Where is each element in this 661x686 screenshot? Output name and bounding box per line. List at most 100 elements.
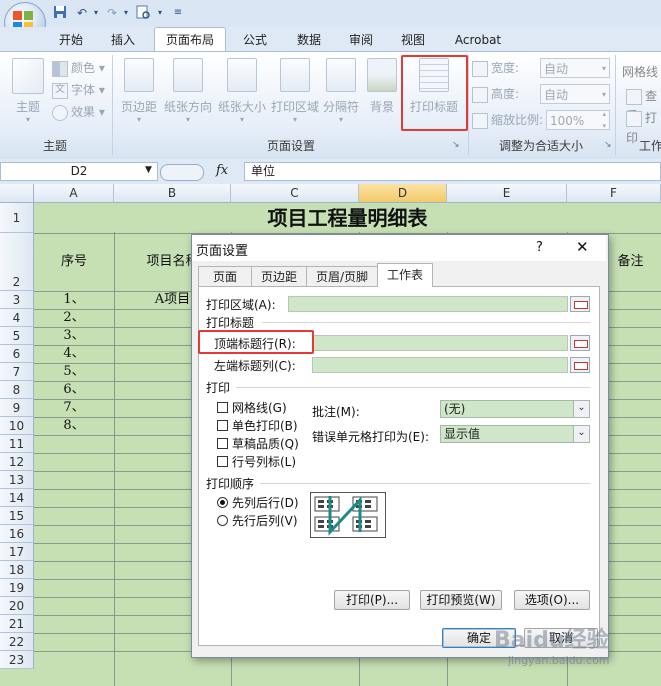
row-header[interactable]: 18 xyxy=(0,561,34,579)
redo-dropdown-icon[interactable]: ▾ xyxy=(118,5,134,21)
customize-toolbar-icon[interactable]: ≡ xyxy=(170,5,186,21)
seq-cell[interactable]: 6、 xyxy=(34,381,114,399)
rows-to-repeat-input[interactable] xyxy=(312,335,568,351)
themes-button[interactable]: 主题 ▾ xyxy=(8,58,48,124)
row-header[interactable]: 13 xyxy=(0,471,34,489)
cell-header-seq[interactable]: 序号 xyxy=(34,233,114,291)
row-header[interactable]: 20 xyxy=(0,597,34,615)
row-header[interactable]: 3 xyxy=(0,291,34,309)
background-button[interactable]: 背景 xyxy=(364,58,400,115)
size-button[interactable]: 纸张大小 ▾ xyxy=(216,58,268,124)
seq-cell[interactable]: 1、 xyxy=(34,291,114,309)
seq-cell[interactable]: 4、 xyxy=(34,345,114,363)
tab-view[interactable]: 视图 xyxy=(394,30,432,50)
save-icon[interactable] xyxy=(52,5,68,21)
margins-button[interactable]: 页边距 ▾ xyxy=(118,58,160,124)
print-preview-button[interactable]: 打印预览(W) xyxy=(420,590,502,610)
row-header[interactable]: 8 xyxy=(0,381,34,399)
seq-cell[interactable]: 7、 xyxy=(34,399,114,417)
print-button[interactable]: 打印(P)... xyxy=(334,590,410,610)
seq-cell[interactable]: 2、 xyxy=(34,309,114,327)
orientation-button[interactable]: 纸张方向 ▾ xyxy=(162,58,214,124)
column-header[interactable]: F xyxy=(567,184,661,203)
tab-insert[interactable]: 插入 xyxy=(104,30,142,50)
scale-launcher-icon[interactable]: ↘ xyxy=(604,140,612,150)
tab-home[interactable]: 开始 xyxy=(52,30,90,50)
gridlines-print-check[interactable]: 打印 xyxy=(626,108,661,145)
headings-checkbox[interactable] xyxy=(217,456,228,467)
theme-effects-button[interactable]: 效果 ▾ xyxy=(52,102,105,122)
dialog-tab-header-footer[interactable]: 页眉/页脚 xyxy=(306,266,378,286)
name-box[interactable]: D2 xyxy=(0,162,158,181)
breaks-button[interactable]: 分隔符 ▾ xyxy=(322,58,360,124)
column-header[interactable]: D xyxy=(359,184,447,203)
print-preview-icon[interactable] xyxy=(135,5,151,21)
seq-cell[interactable]: 3、 xyxy=(34,327,114,345)
row-header[interactable]: 21 xyxy=(0,615,34,633)
width-dropdown[interactable]: 自动 ▾ xyxy=(540,58,610,78)
row-header[interactable]: 10 xyxy=(0,417,34,435)
row-header[interactable]: 5 xyxy=(0,327,34,345)
row-header[interactable]: 23 xyxy=(0,651,34,669)
row-header[interactable]: 19 xyxy=(0,579,34,597)
select-all-corner[interactable] xyxy=(0,184,34,203)
column-header[interactable]: A xyxy=(34,184,114,203)
row-header[interactable]: 12 xyxy=(0,453,34,471)
row-header[interactable]: 6 xyxy=(0,345,34,363)
scale-spinner[interactable]: 100% ▴ ▾ xyxy=(546,110,610,130)
cell-header-note[interactable]: 备注 xyxy=(600,233,661,291)
gridlines-view-check[interactable]: 查看 xyxy=(626,86,661,123)
gridlines-checkbox[interactable] xyxy=(217,402,228,413)
collapse-dialog-icon[interactable] xyxy=(570,335,590,351)
collapse-dialog-icon[interactable] xyxy=(570,357,590,373)
formula-input[interactable]: 单位 xyxy=(244,162,661,181)
row-header[interactable]: 11 xyxy=(0,435,34,453)
options-button[interactable]: 选项(O)... xyxy=(514,590,590,610)
row-header[interactable]: 16 xyxy=(0,525,34,543)
collapse-dialog-icon[interactable] xyxy=(570,296,590,312)
row-header[interactable]: 14 xyxy=(0,489,34,507)
tab-data[interactable]: 数据 xyxy=(290,30,328,50)
undo-dropdown-icon[interactable]: ▾ xyxy=(88,5,104,21)
close-icon[interactable]: ✕ xyxy=(576,238,589,256)
cols-to-repeat-input[interactable] xyxy=(312,357,568,373)
tab-formulas[interactable]: 公式 xyxy=(236,30,274,50)
dialog-tab-page[interactable]: 页面 xyxy=(198,266,252,286)
column-header[interactable]: B xyxy=(114,184,231,203)
dialog-tab-sheet[interactable]: 工作表 xyxy=(377,263,433,287)
tab-page-layout[interactable]: 页面布局 xyxy=(154,27,226,52)
row-header[interactable]: 22 xyxy=(0,633,34,651)
draft-checkbox[interactable] xyxy=(217,438,228,449)
row-header[interactable]: 9 xyxy=(0,399,34,417)
theme-colors-button[interactable]: 颜色 ▾ xyxy=(52,58,105,78)
column-header[interactable]: E xyxy=(447,184,567,203)
row-header[interactable]: 2 xyxy=(0,233,34,291)
sheet-title[interactable]: 项目工程量明细表 xyxy=(34,203,661,233)
mono-checkbox[interactable] xyxy=(217,420,228,431)
tab-acrobat[interactable]: Acrobat xyxy=(450,30,506,50)
formula-expand-handle[interactable] xyxy=(160,164,204,181)
row-header[interactable]: 7 xyxy=(0,363,34,381)
height-dropdown[interactable]: 自动 ▾ xyxy=(540,84,610,104)
print-area-button[interactable]: 打印区域 ▾ xyxy=(270,58,320,124)
theme-fonts-button[interactable]: 文字体 ▾ xyxy=(52,80,105,100)
comments-select[interactable]: (无) ⌄ xyxy=(440,400,590,418)
help-button[interactable]: ? xyxy=(536,240,543,255)
tab-review[interactable]: 审阅 xyxy=(342,30,380,50)
row-header[interactable]: 1 xyxy=(0,203,34,233)
row-header[interactable]: 17 xyxy=(0,543,34,561)
seq-cell[interactable]: 8、 xyxy=(34,417,114,435)
column-header[interactable]: C xyxy=(231,184,359,203)
row-header[interactable]: 4 xyxy=(0,309,34,327)
seq-cell[interactable]: 5、 xyxy=(34,363,114,381)
fx-icon[interactable]: fx xyxy=(216,163,228,178)
quick-access-more-icon[interactable]: ▾ xyxy=(152,5,168,21)
errors-select[interactable]: 显示值 ⌄ xyxy=(440,425,590,443)
dialog-tab-margins[interactable]: 页边距 xyxy=(251,266,307,286)
order-down-then-over-radio[interactable] xyxy=(217,497,228,508)
order-over-then-down-radio[interactable] xyxy=(217,515,228,526)
name-box-dropdown-icon[interactable]: ▼ xyxy=(145,165,152,175)
row-header[interactable]: 15 xyxy=(0,507,34,525)
page-setup-launcher-icon[interactable]: ↘ xyxy=(452,140,460,150)
print-area-input[interactable] xyxy=(288,296,568,312)
